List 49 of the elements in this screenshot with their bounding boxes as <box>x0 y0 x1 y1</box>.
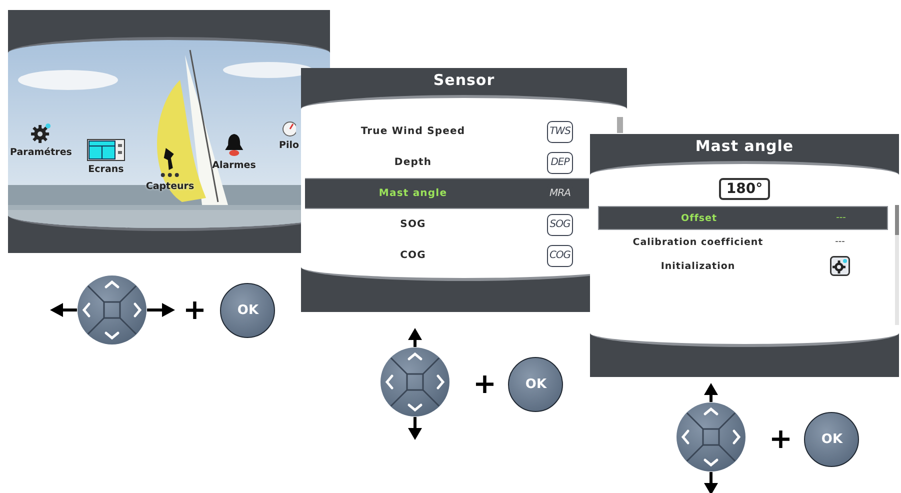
scrollbar[interactable] <box>617 117 623 133</box>
setting-value: --- <box>836 213 846 223</box>
setting-value: --- <box>835 237 845 247</box>
screen-title: Sensor <box>433 71 495 89</box>
menu-label[interactable]: Pilo <box>279 140 299 151</box>
screen-title: Mast angle <box>695 137 794 155</box>
setting-label: Initialization <box>660 260 736 272</box>
sensor-label: SOG <box>399 219 427 230</box>
sensor-badge: COG <box>547 244 573 266</box>
arrow-up-icon <box>408 328 422 347</box>
direction-pad-icon <box>77 275 147 345</box>
arrow-up-icon <box>704 383 718 402</box>
menu-row[interactable]: SOG SOG <box>305 209 589 240</box>
sensor-label: Depth <box>393 157 433 168</box>
gauge-icon <box>282 121 296 137</box>
sensor-badge: SOG <box>547 214 573 236</box>
menu-label[interactable]: Ecrans <box>88 164 124 175</box>
sensor-label: True Wind Speed <box>360 126 466 137</box>
plus-sign: + <box>183 296 206 324</box>
menu-row[interactable]: True Wind Speed TWS <box>305 116 589 147</box>
gear-icon <box>30 122 52 144</box>
direction-pad-icon <box>380 347 450 417</box>
menu-label[interactable]: Alarmes <box>212 160 256 171</box>
menu-row[interactable]: Depth DEP <box>305 147 589 178</box>
setting-label: Offset <box>680 212 718 224</box>
menu-row[interactable]: Offset --- <box>598 206 888 230</box>
gear-icon[interactable] <box>830 256 850 276</box>
sensor-badge: TWS <box>547 120 573 142</box>
arrow-right-icon <box>147 303 175 317</box>
menu-label[interactable]: Paramétres <box>10 147 72 158</box>
arrow-down-icon <box>408 417 422 440</box>
menu-row[interactable]: COG COG <box>305 240 589 271</box>
menu-row[interactable]: Calibration coefficient --- <box>598 230 888 254</box>
menu-row[interactable]: Mast angle MRA <box>305 178 589 209</box>
sensor-icon <box>160 148 180 178</box>
arrow-left-icon <box>50 303 77 317</box>
angle-readout: 180° <box>719 178 770 200</box>
bell-icon <box>223 133 245 157</box>
menu-label[interactable]: Capteurs <box>146 181 194 192</box>
sensor-label: COG <box>399 250 427 261</box>
direction-pad-icon <box>676 402 746 472</box>
plus-sign: + <box>769 425 792 453</box>
menu-row[interactable]: Initialization <box>598 254 888 278</box>
setting-label: Calibration coefficient <box>632 236 764 248</box>
sensor-badge: DEP <box>547 152 573 174</box>
screens-icon <box>87 139 125 161</box>
plus-sign: + <box>473 370 496 398</box>
sensor-label: Mast angle <box>378 188 448 199</box>
arrow-down-icon <box>704 472 718 493</box>
